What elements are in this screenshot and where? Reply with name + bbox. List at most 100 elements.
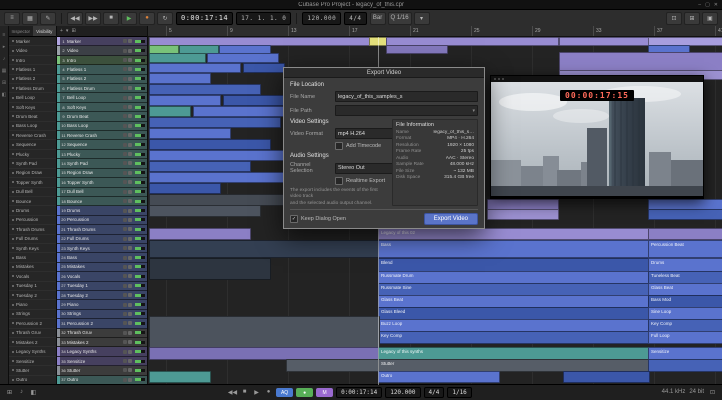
toolbar-right-icon[interactable]: ⊞ [684,11,700,25]
mute-button[interactable] [123,170,127,175]
window-control-icon[interactable]: ▢ [705,2,710,8]
mute-button[interactable] [123,227,127,232]
mute-button[interactable] [123,340,127,345]
visibility-track-item[interactable]: Percussion [9,216,56,226]
solo-button[interactable] [128,58,132,63]
mini-transport-button[interactable]: ▶ [252,389,261,396]
tool-strip-icon[interactable]: ◧ [2,92,7,98]
export-video-button[interactable]: Export Video [423,213,478,225]
visibility-track-item[interactable]: Stutter [9,366,56,376]
audio-clip[interactable]: Key Comp [378,331,650,344]
audio-clip[interactable] [648,359,722,372]
tab-visibility[interactable]: Visibility [32,26,56,36]
mute-button[interactable] [123,142,127,147]
mute-button[interactable] [123,349,127,354]
solo-button[interactable] [128,95,132,100]
track-row[interactable]: 18 Bounce [57,196,147,207]
toolbar-right-icon[interactable]: ⊡ [666,11,682,25]
mute-button[interactable] [123,274,127,279]
transport-button[interactable]: ▶ [121,11,137,25]
video-player-window[interactable]: 00:00:17:15 [490,75,704,199]
audio-clip[interactable]: Blend [378,258,650,272]
solo-button[interactable] [128,161,132,166]
mini-transport-button[interactable]: ◀◀ [228,389,237,396]
solo-button[interactable] [128,246,132,251]
tool-strip-icon[interactable]: ♪ [3,56,6,62]
visibility-track-item[interactable]: Topper Synth [9,178,56,188]
status-chip[interactable]: ● [296,388,314,397]
track-row[interactable]: 36 Stutter [57,366,147,376]
audio-clip[interactable] [149,139,271,150]
track-row[interactable]: 13 Plucky [57,149,147,160]
track-row[interactable]: 1 Marker [57,37,147,47]
track-row[interactable]: 33 Mistakes 2 [57,338,147,348]
tool-strip-icon[interactable]: ▦ [2,68,7,74]
mute-button[interactable] [123,58,127,63]
solo-button[interactable] [128,349,132,354]
track-row[interactable]: 35 Sensitize [57,356,147,367]
track-row[interactable]: 20 Percussion [57,215,147,226]
visibility-track-item[interactable]: Synth Keys [9,244,56,254]
track-row[interactable]: 27 Tuesday 1 [57,281,147,291]
visibility-track-item[interactable]: Tuesday 2 [9,291,56,301]
track-row[interactable]: 24 Bass [57,253,147,263]
audio-clip[interactable] [648,228,722,240]
track-row[interactable]: 26 Vocals [57,272,147,282]
window-control-icon[interactable]: – [698,2,701,8]
audio-clip[interactable] [149,73,211,84]
track-row[interactable]: 28 Tuesday 2 [57,290,147,301]
track-row[interactable]: 29 Piano [57,300,147,310]
status-chip[interactable]: M [316,388,334,397]
mute-button[interactable] [123,95,127,100]
tool-strip-icon[interactable]: ▸ [3,44,6,50]
track-row[interactable]: 19 Drums [57,206,147,216]
audio-clip[interactable] [149,117,281,128]
audio-clip[interactable] [149,84,261,95]
timeline-ruler[interactable]: 5913172125293337414549 [148,26,722,37]
track-row[interactable]: 17 Dull Bell [57,187,147,197]
visibility-track-item[interactable]: Reverse Crash [9,131,56,141]
audio-clip[interactable]: Outro [378,371,500,383]
tab-inspector[interactable]: Inspector [9,26,33,36]
audio-clip[interactable] [149,183,221,194]
solo-button[interactable] [128,311,132,316]
statusbar-icon[interactable]: ⊞ [5,389,14,396]
solo-button[interactable] [128,359,132,364]
status-display[interactable]: 0:00:17:14 [336,387,383,398]
visibility-track-item[interactable]: Sensitize [9,357,56,367]
mute-button[interactable] [123,246,127,251]
add-timecode-checkbox[interactable] [335,142,343,150]
solo-button[interactable] [128,217,132,222]
audio-clip[interactable] [563,371,650,383]
visibility-track-item[interactable]: Thrash Gruv [9,329,56,338]
visibility-track-item[interactable]: Tuesday 1 [9,282,56,291]
toolbar-right-icon[interactable]: ▣ [702,11,718,25]
audio-clip[interactable] [149,205,261,217]
solo-button[interactable] [128,330,132,335]
track-row[interactable]: 14 Synth Pad [57,159,147,169]
solo-button[interactable] [128,199,132,204]
solo-button[interactable] [128,236,132,241]
solo-button[interactable] [128,302,132,307]
visibility-track-item[interactable]: Bass Loop [9,122,56,132]
track-row[interactable]: 31 Percussion 2 [57,319,147,329]
visibility-track-item[interactable]: Thrash Drums [9,225,56,235]
track-row[interactable]: 4 Flatless 1 [57,65,147,75]
statusbar-icon[interactable]: ♪ [17,389,26,396]
solo-button[interactable] [128,227,132,232]
time-display[interactable]: 0:00:17:14 [176,11,234,25]
transport-button[interactable]: ▶▶ [85,11,101,25]
solo-button[interactable] [128,283,132,288]
mute-button[interactable] [123,123,127,128]
visibility-track-item[interactable]: Intro [9,56,56,66]
tempo-display[interactable]: 120.000 [302,11,342,25]
track-row[interactable]: 7 Bell Loop [57,93,147,103]
mute-button[interactable] [123,105,127,110]
mute-button[interactable] [123,152,127,157]
tool-strip-icon[interactable]: ⊞ [2,80,6,86]
mute-button[interactable] [123,114,127,119]
snap-mode-button[interactable]: Q 1/16 [387,11,412,25]
mute-button[interactable] [123,67,127,72]
mute-button[interactable] [123,161,127,166]
mute-button[interactable] [123,377,127,382]
